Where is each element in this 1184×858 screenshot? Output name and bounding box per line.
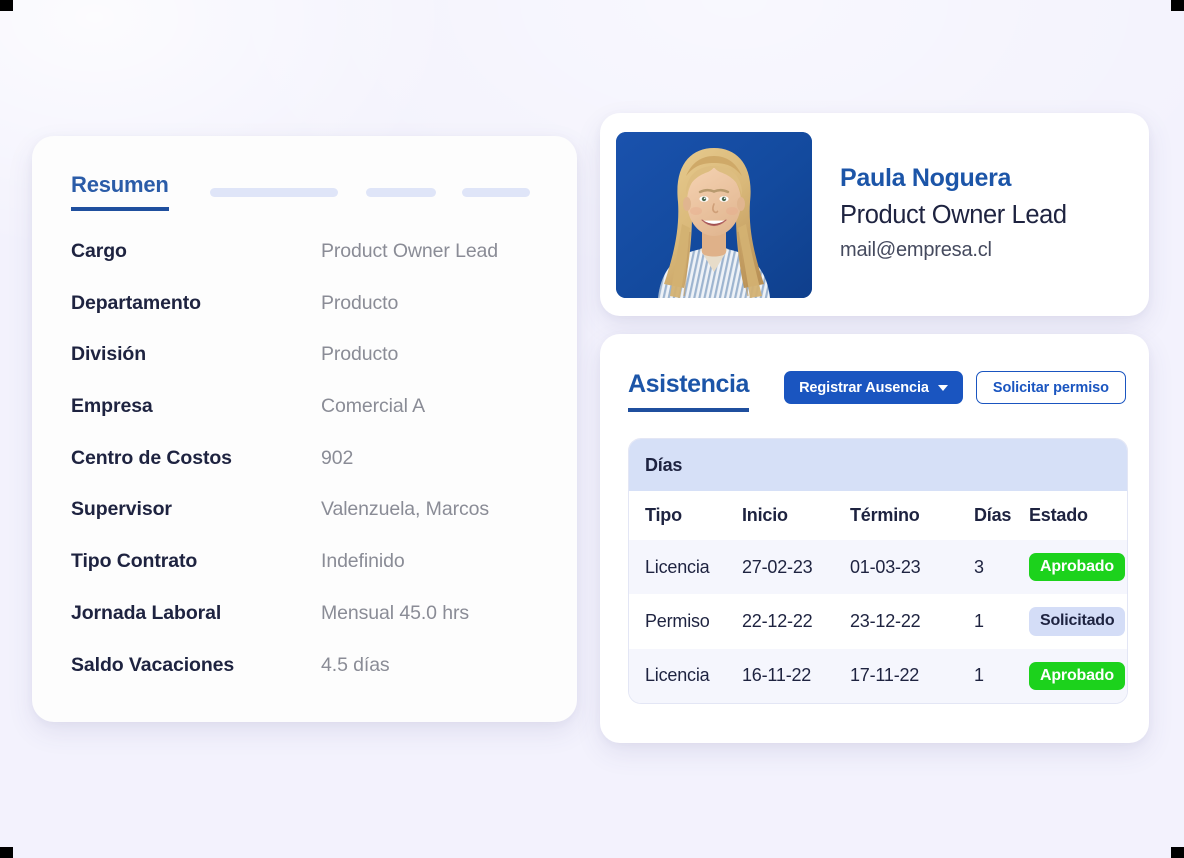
status-badge: Solicitado: [1029, 607, 1126, 636]
detail-row: Cargo Product Owner Lead: [71, 240, 553, 292]
detail-value-departamento: Producto: [321, 291, 399, 314]
detail-label-saldo-vacaciones: Saldo Vacaciones: [71, 653, 235, 676]
registrar-ausencia-label: Registrar Ausencia: [799, 379, 929, 396]
solicitar-permiso-button[interactable]: Solicitar permiso: [975, 371, 1126, 404]
tab-resumen[interactable]: Resumen: [71, 172, 169, 211]
corner-mask-bottom-left: [0, 847, 13, 858]
detail-row: Empresa Comercial A: [71, 395, 553, 447]
table-header-row: Tipo Inicio Término Días Estado: [629, 491, 1127, 540]
table-row[interactable]: Permiso 22-12-22 23-12-22 1 Solicitado: [629, 594, 1127, 649]
detail-value-saldo-vacaciones: 4.5 días: [321, 653, 390, 676]
tab-placeholder-3[interactable]: [461, 188, 530, 197]
tab-placeholders: [199, 188, 530, 197]
cell-inicio: 22-12-22: [742, 594, 850, 649]
attendance-card: Asistencia Registrar Ausencia Solicitar …: [600, 334, 1149, 743]
employee-title: Product Owner Lead: [840, 200, 1067, 229]
table-row[interactable]: Licencia 16-11-22 17-11-22 1 Aprobado: [629, 648, 1127, 704]
cell-termino: 17-11-22: [850, 648, 974, 704]
days-section-title: Días: [629, 439, 1127, 491]
tab-placeholder-2[interactable]: [365, 188, 436, 197]
status-badge: Aprobado: [1029, 553, 1125, 582]
detail-value-cargo: Product Owner Lead: [321, 240, 499, 262]
cell-inicio: 16-11-22: [742, 648, 850, 704]
cell-dias: 3: [974, 540, 1029, 595]
cell-estado: Aprobado: [1029, 540, 1127, 595]
detail-label-cargo: Cargo: [71, 240, 127, 262]
registrar-ausencia-button[interactable]: Registrar Ausencia: [784, 371, 963, 404]
detail-row: Saldo Vacaciones 4.5 días: [71, 654, 553, 706]
cell-tipo: Permiso: [629, 594, 742, 649]
cell-estado: Aprobado: [1029, 648, 1127, 704]
detail-value-empresa: Comercial A: [321, 395, 426, 418]
detail-label-departamento: Departamento: [71, 291, 201, 314]
cell-estado: Solicitado: [1029, 594, 1127, 649]
detail-row: Departamento Producto: [71, 292, 553, 344]
detail-value-jornada-laboral: Mensual 45.0 hrs: [321, 601, 469, 624]
column-header-tipo[interactable]: Tipo: [629, 491, 742, 540]
detail-label-empresa: Empresa: [71, 395, 153, 418]
column-header-termino[interactable]: Término: [850, 491, 974, 540]
tab-bar: Resumen: [71, 172, 555, 212]
detail-row: Supervisor Valenzuela, Marcos: [71, 498, 553, 550]
column-header-inicio[interactable]: Inicio: [742, 491, 850, 540]
absence-table-body: Licencia 27-02-23 01-03-23 3 Aprobado Pe…: [629, 540, 1127, 704]
detail-value-supervisor: Valenzuela, Marcos: [321, 498, 490, 521]
detail-row: Jornada Laboral Mensual 45.0 hrs: [71, 602, 553, 654]
detail-value-centro-de-costos: 902: [321, 446, 354, 469]
employee-email: mail@empresa.cl: [840, 238, 992, 261]
column-header-estado[interactable]: Estado: [1029, 491, 1127, 540]
cell-tipo: Licencia: [629, 648, 742, 704]
detail-row: Tipo Contrato Indefinido: [71, 550, 553, 602]
days-table: Días Tipo Inicio Término Días Estado Lic…: [628, 438, 1128, 705]
summary-card: Resumen Cargo Product Owner Lead Departa…: [32, 136, 577, 722]
avatar: [616, 131, 812, 298]
detail-label-tipo-contrato: Tipo Contrato: [71, 550, 198, 573]
detail-value-division: Producto: [321, 343, 399, 366]
absence-table: Tipo Inicio Término Días Estado Licencia…: [629, 491, 1127, 704]
detail-label-centro-de-costos: Centro de Costos: [71, 446, 232, 469]
detail-row: Centro de Costos 902: [71, 447, 553, 499]
detail-row: División Producto: [71, 343, 553, 395]
cell-tipo: Licencia: [629, 540, 742, 595]
detail-value-tipo-contrato: Indefinido: [321, 550, 405, 573]
employee-detail-list: Cargo Product Owner Lead Departamento Pr…: [71, 240, 553, 705]
column-header-dias[interactable]: Días: [974, 491, 1029, 540]
profile-card: Paula Noguera Product Owner Lead mail@em…: [600, 113, 1149, 316]
attendance-title: Asistencia: [628, 370, 749, 412]
corner-mask-bottom-right: [1171, 847, 1184, 858]
attendance-header: Asistencia Registrar Ausencia Solicitar …: [628, 370, 1126, 412]
cell-inicio: 27-02-23: [742, 540, 850, 595]
absence-table-head: Tipo Inicio Término Días Estado: [629, 491, 1127, 540]
status-badge: Aprobado: [1029, 661, 1125, 691]
cell-termino: 23-12-22: [850, 594, 974, 649]
table-row[interactable]: Licencia 27-02-23 01-03-23 3 Aprobado: [629, 540, 1127, 595]
corner-mask-top-right: [1171, 0, 1184, 11]
corner-mask-top-left: [0, 0, 13, 11]
cell-dias: 1: [974, 594, 1029, 649]
cell-termino: 01-03-23: [850, 540, 974, 595]
employee-name: Paula Noguera: [840, 163, 1012, 192]
detail-label-jornada-laboral: Jornada Laboral: [71, 601, 222, 624]
profile-text-block: Paula Noguera Product Owner Lead mail@em…: [840, 164, 1067, 266]
detail-label-division: División: [71, 343, 147, 366]
chevron-down-icon: [937, 384, 948, 391]
cell-dias: 1: [974, 648, 1029, 704]
tab-placeholder-1[interactable]: [209, 188, 338, 197]
detail-label-supervisor: Supervisor: [71, 498, 172, 521]
